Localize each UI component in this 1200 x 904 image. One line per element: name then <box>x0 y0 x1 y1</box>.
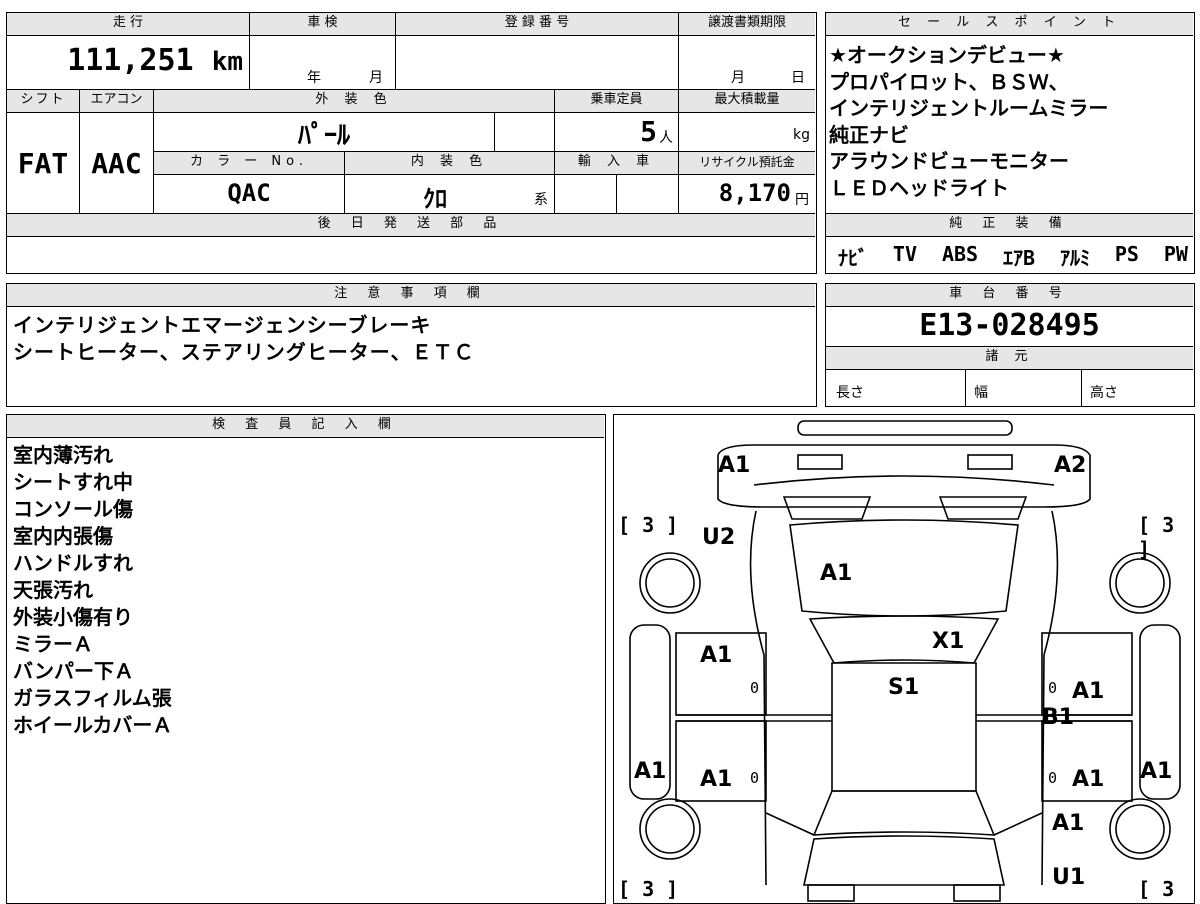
sales-line: インテリジェントルームミラー <box>829 96 1109 120</box>
sales-points-header: セ ー ル ス ポ イ ン ト <box>826 13 1193 35</box>
zero-mark: 0 <box>750 679 760 697</box>
notes-list: インテリジェントエマージェンシーブレーキ シートヒーター、ステアリングヒーター、… <box>13 312 475 366</box>
note-line: シートヒーター、ステアリングヒーター、ＥＴＣ <box>13 340 475 364</box>
ac-header: エアコン <box>80 90 153 112</box>
inspector-line: ハンドルすれ <box>13 551 133 575</box>
zero-mark: 0 <box>750 769 760 787</box>
chassis-number: E13-028495 <box>919 308 1100 343</box>
inspector-line: ミラーＡ <box>13 632 93 656</box>
inspector-line: バンパー下Ａ <box>13 659 134 683</box>
capacity-unit: 人 <box>659 130 673 146</box>
inspection-month: 月 <box>369 70 383 86</box>
registration-header: 登 録 番 号 <box>396 13 678 35</box>
mark-u1: U1 <box>1052 865 1086 890</box>
mileage-header: 走 行 <box>7 13 249 35</box>
chassis-header: 車 台 番 号 <box>826 284 1193 306</box>
exterior-value: ﾊﾟｰﾙ <box>297 121 350 151</box>
equip-item: ABS <box>941 242 979 266</box>
mark-s1: S1 <box>888 675 920 700</box>
color-no-value: QAC <box>227 179 271 207</box>
inspector-list: 室内薄汚れ シートすれ中 コンソール傷 室内内張傷 ハンドルすれ 天張汚れ 外装… <box>13 442 172 739</box>
spec-header: 諸 元 <box>826 347 1193 369</box>
mark-rear-right: A1 <box>1052 811 1085 836</box>
chassis-box: 車 台 番 号 E13-028495 諸 元 長さ 幅 高さ <box>825 283 1195 407</box>
note-line: インテリジェントエマージェンシーブレーキ <box>13 313 432 337</box>
transfer-day: 日 <box>791 70 805 86</box>
tire-mark-front-left: [ 3 ] <box>618 513 679 537</box>
sales-points-list: ★オークションデビュー★ プロパイロット、ＢＳＷ、 インテリジェントルームミラー… <box>829 42 1108 201</box>
mark-right-side: A1 <box>1140 759 1173 784</box>
height-label: 高さ <box>1090 385 1118 401</box>
inspector-box: 検 査 員 記 入 欄 室内薄汚れ シートすれ中 コンソール傷 室内内張傷 ハン… <box>6 414 606 904</box>
tire-mark-rear-left: [ 3 ] <box>618 877 679 901</box>
ac-value: AAC <box>91 147 142 180</box>
mileage-value: 111,251 km <box>67 43 243 78</box>
mark-u2: U2 <box>702 525 736 550</box>
mark-b1: B1 <box>1042 705 1075 730</box>
equip-item: PS <box>1114 242 1139 266</box>
sales-line: ＬＥＤヘッドライト <box>829 175 1009 200</box>
interior-value: ｸﾛ <box>423 185 447 213</box>
inspector-line: 天張汚れ <box>13 578 93 602</box>
recycle-header: リサイクル預託金 <box>679 152 815 174</box>
inspector-line: シートすれ中 <box>13 470 133 494</box>
length-label: 長さ <box>836 385 864 401</box>
notes-header: 注 意 事 項 欄 <box>7 284 815 306</box>
color-no-header: カ ラ ー No. <box>154 152 344 174</box>
mark-x1: X1 <box>932 629 965 654</box>
zero-mark: 0 <box>1048 769 1058 787</box>
mark-front-right: A2 <box>1054 453 1087 478</box>
inspector-line: 室内薄汚れ <box>13 443 113 467</box>
mark-left-front-door: A1 <box>700 643 733 668</box>
equipment-header: 純 正 装 備 <box>826 214 1193 236</box>
transfer-header: 譲渡書類期限 <box>679 13 815 35</box>
transfer-month: 月 <box>731 70 745 86</box>
sales-line: アラウンドビューモニター <box>829 149 1069 173</box>
inspector-line: 室内内張傷 <box>13 524 113 548</box>
equip-item: ﾅﾋﾞ <box>838 246 868 270</box>
inspector-line: ガラスフィルム張 <box>13 686 172 710</box>
mark-front-left: A1 <box>718 453 751 478</box>
inspector-line: コンソール傷 <box>13 497 133 521</box>
maxload-unit: kg <box>793 127 810 143</box>
recycle-unit: 円 <box>795 192 809 208</box>
equip-item: ｱﾙﾐ <box>1059 246 1090 270</box>
mark-right-rear-door: A1 <box>1072 767 1105 792</box>
mark-left-side: A1 <box>634 759 667 784</box>
zero-mark: 0 <box>1048 679 1058 697</box>
interior-header: 内 装 色 <box>345 152 554 174</box>
mark-left-rear-door: A1 <box>700 767 733 792</box>
equip-item: TV <box>892 242 918 266</box>
shift-value: FAT <box>17 147 69 180</box>
equipment-list: ﾅﾋﾞ TV ABS ｴｱB ｱﾙﾐ PS PW <box>838 242 1188 271</box>
mark-right-front-door: A1 <box>1072 679 1105 704</box>
inspector-line: 外装小傷有り <box>13 605 133 629</box>
recycle-value: 8,170 <box>718 179 791 207</box>
car-diagram-box: A1 A2 U2 A1 X1 S1 A1 A1 B1 A1 A1 A1 A1 A… <box>613 414 1195 904</box>
notes-box: 注 意 事 項 欄 インテリジェントエマージェンシーブレーキ シートヒーター、ス… <box>6 283 817 407</box>
basic-info-table: 走 行 車 検 登 録 番 号 譲渡書類期限 111,251 km 年 月 月 … <box>6 12 817 274</box>
inspection-header: 車 検 <box>250 13 395 35</box>
equip-item: ｴｱB <box>1002 246 1036 270</box>
sales-line: プロパイロット、ＢＳＷ、 <box>829 69 1069 94</box>
exterior-header: 外 装 色 <box>154 90 554 112</box>
sales-points-box: セ ー ル ス ポ イ ン ト ★オークションデビュー★ プロパイロット、ＢＳＷ… <box>825 12 1195 274</box>
inspector-header: 検 査 員 記 入 欄 <box>7 415 604 437</box>
inspection-year: 年 <box>307 70 321 86</box>
maxload-header: 最大積載量 <box>679 90 815 112</box>
sales-line: ★オークションデビュー★ <box>829 43 1065 67</box>
later-parts-header: 後 日 発 送 部 品 <box>7 214 815 236</box>
mark-hood: A1 <box>820 561 853 586</box>
equip-item: PW <box>1163 242 1188 266</box>
shift-header: シフト <box>7 90 79 112</box>
import-header: 輸 入 車 <box>555 152 678 174</box>
inspector-line: ホイールカバーＡ <box>13 713 173 737</box>
capacity-value: 5 <box>640 115 657 148</box>
interior-unit: 系 <box>534 192 548 208</box>
capacity-header: 乗車定員 <box>555 90 678 112</box>
width-label: 幅 <box>974 385 988 401</box>
tire-mark-front-right: [ 3 ] <box>1138 513 1175 561</box>
sales-line: 純正ナビ <box>829 122 909 147</box>
